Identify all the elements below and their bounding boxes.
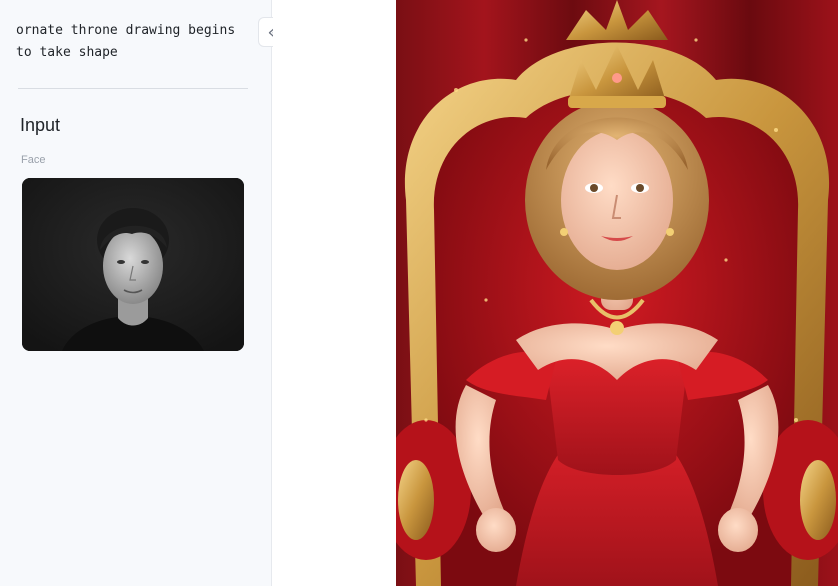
divider — [18, 88, 248, 89]
left-panel: ornate throne drawing begins to take sha… — [0, 0, 272, 586]
blank-area — [273, 0, 396, 586]
queen-on-throne-image — [396, 0, 838, 586]
face-input-image[interactable] — [22, 178, 244, 351]
face-portrait-picture — [22, 178, 244, 351]
result-picture — [396, 0, 838, 586]
input-section-title: Input — [20, 115, 61, 135]
prompt-text: ornate throne drawing begins to take sha… — [16, 23, 236, 60]
face-field-label: Face — [21, 154, 46, 166]
